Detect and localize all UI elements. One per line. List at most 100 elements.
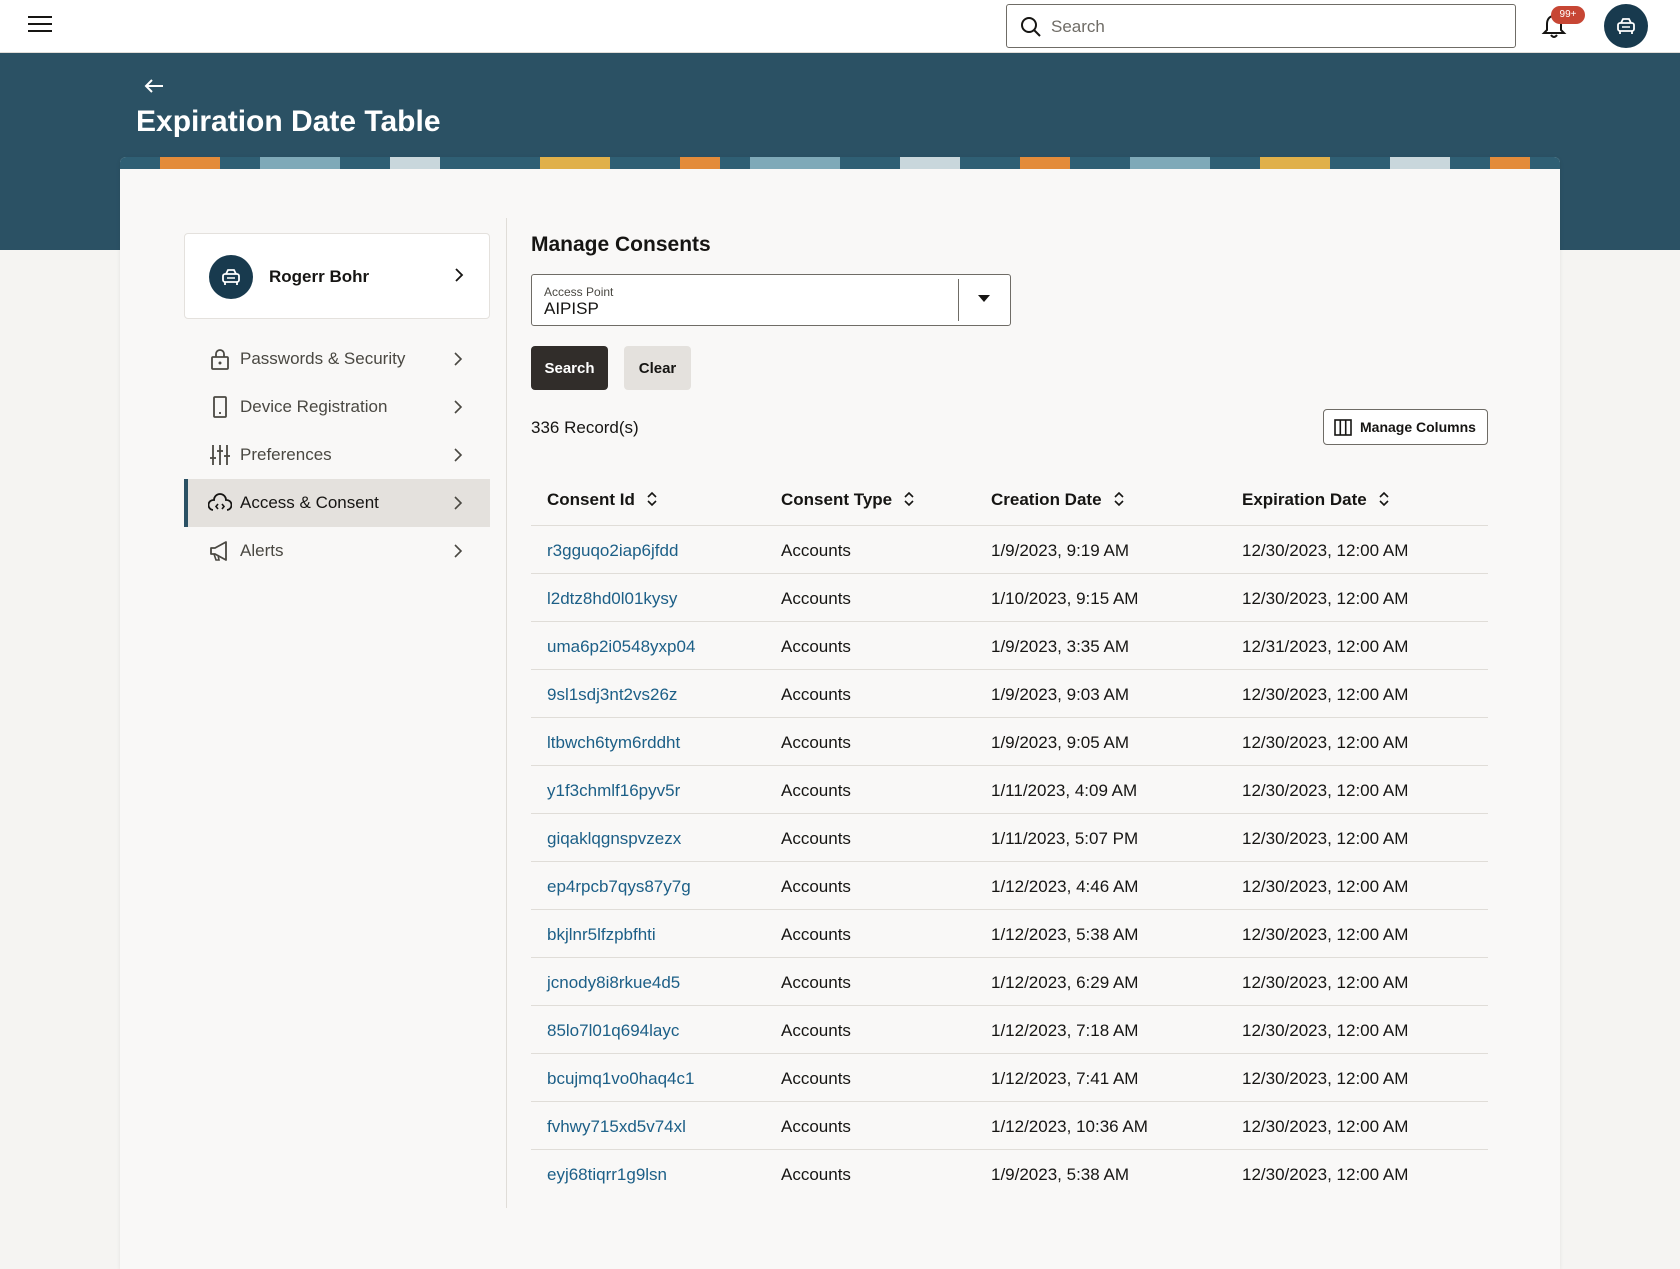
columns-icon bbox=[1334, 419, 1352, 436]
sidebar-item-passwords-security[interactable]: Passwords & Security bbox=[184, 335, 490, 383]
consent-id-link[interactable]: 85lo7l01q694layc bbox=[547, 1021, 679, 1041]
manage-columns-button[interactable]: Manage Columns bbox=[1323, 409, 1488, 445]
menu-icon[interactable] bbox=[28, 16, 52, 36]
consent-id-link[interactable]: l2dtz8hd0l01kysy bbox=[547, 589, 677, 609]
clear-button[interactable]: Clear bbox=[624, 346, 691, 390]
expiration-date-cell: 12/30/2023, 12:00 AM bbox=[1242, 1117, 1409, 1136]
profile-card[interactable]: Rogerr Bohr bbox=[184, 233, 490, 319]
expiration-date-cell: 12/30/2023, 12:00 AM bbox=[1242, 1021, 1409, 1040]
consent-id-link[interactable]: ep4rpcb7qys87y7g bbox=[547, 877, 691, 897]
table-row: fvhwy715xd5v74xl Accounts 1/12/2023, 10:36… bbox=[531, 1102, 1488, 1150]
consent-type-cell: Accounts bbox=[781, 541, 851, 560]
consent-type-cell: Accounts bbox=[781, 637, 851, 656]
creation-date-cell: 1/12/2023, 7:41 AM bbox=[991, 1069, 1139, 1088]
chevron-right-icon bbox=[454, 544, 463, 558]
expiration-date-cell: 12/30/2023, 12:00 AM bbox=[1242, 877, 1409, 896]
sidebar-item-label: Device Registration bbox=[240, 397, 388, 416]
consent-id-link[interactable]: bcujmq1vo0haq4c1 bbox=[547, 1069, 694, 1089]
search-input[interactable] bbox=[1051, 13, 1501, 41]
chevron-right-icon bbox=[454, 496, 463, 510]
chevron-right-icon bbox=[454, 352, 463, 366]
column-header-creation-date[interactable]: Creation Date bbox=[991, 490, 1126, 510]
expiration-date-cell: 12/30/2023, 12:00 AM bbox=[1242, 1069, 1409, 1088]
sidebar-item-alerts[interactable]: Alerts bbox=[184, 527, 490, 575]
creation-date-cell: 1/12/2023, 10:36 AM bbox=[991, 1117, 1148, 1136]
consent-type-cell: Accounts bbox=[781, 1069, 851, 1088]
consent-type-cell: Accounts bbox=[781, 733, 851, 752]
section-title: Manage Consents bbox=[531, 233, 711, 256]
expiration-date-cell: 12/30/2023, 12:00 AM bbox=[1242, 733, 1409, 752]
consent-id-link[interactable]: 9sl1sdj3nt2vs26z bbox=[547, 685, 677, 705]
table-row: bcujmq1vo0haq4c1 Accounts 1/12/2023, 7:41 … bbox=[531, 1054, 1488, 1102]
consent-type-cell: Accounts bbox=[781, 925, 851, 944]
column-header-label: Consent Type bbox=[781, 490, 893, 509]
column-header-consent-id[interactable]: Consent Id bbox=[547, 490, 659, 510]
column-header-label: Consent Id bbox=[547, 490, 635, 509]
consent-id-link[interactable]: ltbwch6tym6rddht bbox=[547, 733, 680, 753]
table-row: uma6p2i0548yxp04 Accounts 1/9/2023, 3:35 A… bbox=[531, 622, 1488, 670]
expiration-date-cell: 12/30/2023, 12:00 AM bbox=[1242, 589, 1409, 608]
consent-id-link[interactable]: giqaklqgnspvzezx bbox=[547, 829, 681, 849]
sidebar-item-device-registration[interactable]: Device Registration bbox=[184, 383, 490, 431]
expiration-date-cell: 12/30/2023, 12:00 AM bbox=[1242, 781, 1409, 800]
consent-id-link[interactable]: fvhwy715xd5v74xl bbox=[547, 1117, 686, 1137]
search-button[interactable]: Search bbox=[531, 346, 608, 390]
megaphone-icon bbox=[210, 541, 227, 561]
expiration-date-cell: 12/31/2023, 12:00 AM bbox=[1242, 637, 1409, 656]
profile-avatar bbox=[209, 255, 253, 299]
creation-date-cell: 1/9/2023, 5:38 AM bbox=[991, 1165, 1129, 1184]
sidebar-item-label: Access & Consent bbox=[240, 493, 379, 512]
table-row: y1f3chmlf16pyv5r Accounts 1/11/2023, 4:09 … bbox=[531, 766, 1488, 814]
avatar[interactable] bbox=[1604, 4, 1648, 48]
consent-id-link[interactable]: r3gguqo2iap6jfdd bbox=[547, 541, 678, 561]
column-header-expiration-date[interactable]: Expiration Date bbox=[1242, 490, 1391, 510]
creation-date-cell: 1/11/2023, 4:09 AM bbox=[991, 781, 1138, 800]
column-header-consent-type[interactable]: Consent Type bbox=[781, 490, 916, 510]
expiration-date-cell: 12/30/2023, 12:00 AM bbox=[1242, 925, 1409, 944]
consent-type-cell: Accounts bbox=[781, 685, 851, 704]
creation-date-cell: 1/12/2023, 4:46 AM bbox=[991, 877, 1139, 896]
creation-date-cell: 1/12/2023, 6:29 AM bbox=[991, 973, 1139, 992]
creation-date-cell: 1/12/2023, 5:38 AM bbox=[991, 925, 1139, 944]
notification-badge: 99+ bbox=[1551, 6, 1585, 24]
search-icon bbox=[1021, 17, 1041, 37]
sidebar-item-label: Alerts bbox=[240, 541, 284, 560]
table-row: r3gguqo2iap6jfdd Accounts 1/9/2023, 9:19 A… bbox=[531, 526, 1488, 574]
caret-down-icon[interactable] bbox=[978, 295, 990, 302]
cloud-code-icon bbox=[208, 493, 232, 511]
select-divider bbox=[958, 279, 959, 321]
avatar-icon bbox=[1617, 18, 1635, 34]
page-title: Expiration Date Table bbox=[136, 105, 441, 138]
sidebar-item-access-consent[interactable]: Access & Consent bbox=[184, 479, 490, 527]
consent-id-link[interactable]: y1f3chmlf16pyv5r bbox=[547, 781, 680, 801]
consent-id-link[interactable]: uma6p2i0548yxp04 bbox=[547, 637, 695, 657]
lock-icon bbox=[211, 349, 229, 370]
creation-date-cell: 1/9/2023, 9:19 AM bbox=[991, 541, 1129, 560]
sort-icon bbox=[1113, 491, 1124, 507]
table-row: ltbwch6tym6rddht Accounts 1/9/2023, 9:05 A… bbox=[531, 718, 1488, 766]
consents-table: Consent Id Consent Type Creation Date Ex… bbox=[531, 474, 1488, 1198]
device-icon bbox=[213, 396, 227, 418]
sidebar-item-label: Preferences bbox=[240, 445, 332, 464]
sidebar-item-preferences[interactable]: Preferences bbox=[184, 431, 490, 479]
consent-type-cell: Accounts bbox=[781, 1021, 851, 1040]
column-header-label: Creation Date bbox=[991, 490, 1102, 509]
creation-date-cell: 1/10/2023, 9:15 AM bbox=[991, 589, 1139, 608]
expiration-date-cell: 12/30/2023, 12:00 AM bbox=[1242, 829, 1409, 848]
consent-id-link[interactable]: eyj68tiqrr1g9lsn bbox=[547, 1165, 667, 1185]
consent-id-link[interactable]: jcnody8i8rkue4d5 bbox=[547, 973, 680, 993]
record-count: 336 Record(s) bbox=[531, 418, 639, 437]
back-arrow-icon[interactable] bbox=[143, 77, 165, 95]
expiration-date-cell: 12/30/2023, 12:00 AM bbox=[1242, 1165, 1409, 1184]
consent-id-link[interactable]: bkjlnr5lfzpbfhti bbox=[547, 925, 656, 945]
consent-type-cell: Accounts bbox=[781, 973, 851, 992]
table-row: l2dtz8hd0l01kysy Accounts 1/10/2023, 9:15 … bbox=[531, 574, 1488, 622]
consent-type-cell: Accounts bbox=[781, 1165, 851, 1184]
sort-icon bbox=[904, 491, 914, 507]
chevron-right-icon bbox=[455, 268, 464, 282]
expiration-date-cell: 12/30/2023, 12:00 AM bbox=[1242, 973, 1409, 992]
table-header: Consent Id Consent Type Creation Date Ex… bbox=[531, 474, 1488, 526]
creation-date-cell: 1/9/2023, 9:03 AM bbox=[991, 685, 1129, 704]
global-search[interactable] bbox=[1006, 4, 1516, 48]
access-point-select[interactable]: Access Point AIPISP bbox=[531, 274, 1011, 326]
